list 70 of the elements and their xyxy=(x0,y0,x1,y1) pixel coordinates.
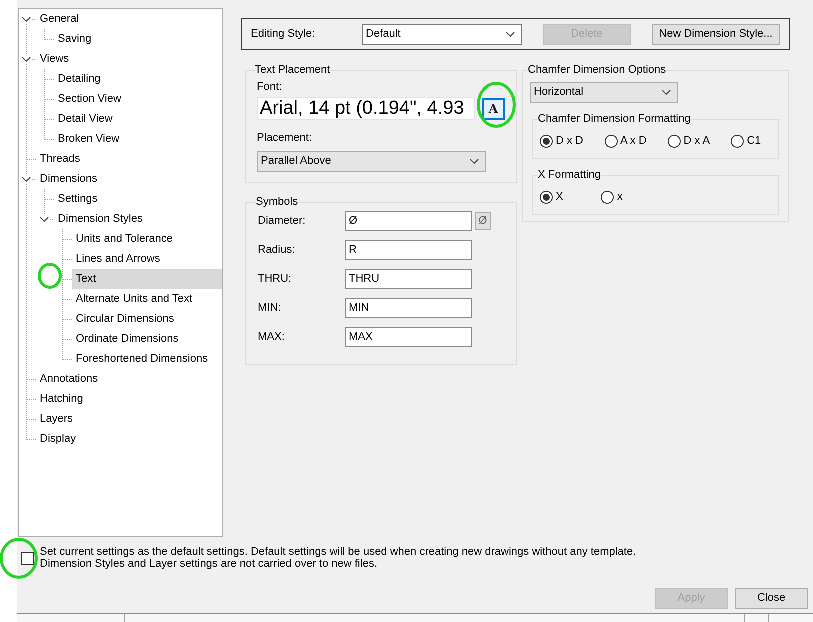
chevron-down-icon[interactable] xyxy=(506,32,515,36)
radio-option[interactable]: X xyxy=(540,191,564,204)
chevron-down-icon[interactable] xyxy=(22,16,31,22)
radio-button[interactable] xyxy=(540,135,553,148)
radio-option[interactable]: D x A xyxy=(668,135,710,148)
radio-button[interactable] xyxy=(601,191,614,204)
symbol-field[interactable]: THRU xyxy=(345,269,472,289)
radio-option[interactable]: C1 xyxy=(731,135,762,148)
field-label: Placement: xyxy=(257,132,312,145)
settings-note-text: Set current settings as the default settings. Default settings will be used when creating new drawings without any template. xyxy=(40,546,636,558)
tree-item[interactable]: Annotations xyxy=(36,369,102,389)
tree-item[interactable]: General xyxy=(36,9,84,29)
symbol-field[interactable]: Ø xyxy=(345,211,472,231)
tree-item[interactable]: Broken View xyxy=(54,129,124,149)
field-label: Font: xyxy=(257,81,282,94)
font-preview-field: Arial, 14 pt (0.194", 4.93 xyxy=(257,97,475,120)
tree-item[interactable]: Alternate Units and Text xyxy=(72,289,197,309)
tree-item[interactable]: Detailing xyxy=(54,69,105,89)
field-label: Radius: xyxy=(258,244,296,256)
symbol-insert-button[interactable]: Ø xyxy=(475,212,491,230)
tree-item[interactable]: Display xyxy=(36,429,80,449)
symbol-field[interactable]: R xyxy=(345,240,472,260)
radio-option[interactable]: x xyxy=(601,191,623,204)
tree-item[interactable]: Views xyxy=(36,49,74,69)
tree-item[interactable]: Hatching xyxy=(36,389,88,409)
tree-item[interactable]: Detail View xyxy=(54,109,117,129)
symbol-field[interactable]: MIN xyxy=(345,298,472,318)
group-title: Symbols xyxy=(256,196,298,209)
tree-item[interactable]: Section View xyxy=(54,89,126,109)
tree-item[interactable]: Text xyxy=(72,269,222,289)
group-title: X Formatting xyxy=(538,169,601,182)
tree-item[interactable]: Dimension Styles xyxy=(54,209,147,229)
radio-button[interactable] xyxy=(668,135,681,148)
tree-item[interactable]: Foreshortened Dimensions xyxy=(72,349,212,369)
orientation-dropdown[interactable]: Horizontal xyxy=(530,82,678,103)
chevron-down-icon[interactable] xyxy=(22,56,31,62)
radio-button[interactable] xyxy=(604,135,618,148)
tree-item[interactable]: Ordinate Dimensions xyxy=(72,329,183,349)
checkbox[interactable] xyxy=(21,552,34,564)
radio-button[interactable] xyxy=(731,135,744,148)
group-title: Chamfer Dimension Formatting xyxy=(538,113,691,126)
field-label: MIN: xyxy=(258,302,282,314)
tree-item[interactable]: Saving xyxy=(54,29,96,49)
new-style-button[interactable]: New Dimension Style... xyxy=(652,24,780,44)
field-label: MAX: xyxy=(258,330,285,344)
radio-button[interactable] xyxy=(540,191,553,204)
chevron-down-icon[interactable] xyxy=(662,90,671,95)
tree-item[interactable]: Circular Dimensions xyxy=(72,309,178,329)
tree-item[interactable]: Threads xyxy=(36,149,84,169)
editing-style-dropdown[interactable]: Default xyxy=(362,24,522,44)
field-label: THRU: xyxy=(258,272,292,286)
font-picker-button[interactable]: A xyxy=(482,98,505,120)
field-label: Editing Style: xyxy=(251,28,316,40)
radio-option[interactable]: D x D xyxy=(540,135,584,148)
close-button[interactable]: Close xyxy=(735,588,808,609)
tree-item[interactable]: Layers xyxy=(36,409,78,429)
chevron-down-icon[interactable] xyxy=(22,176,31,182)
group-title: Chamfer Dimension Options xyxy=(528,64,666,77)
symbol-field[interactable]: MAX xyxy=(345,327,472,347)
tree-item[interactable]: Settings xyxy=(54,189,102,209)
group-title: Text Placement xyxy=(255,64,330,77)
radio-option[interactable]: A x D xyxy=(604,135,647,148)
tree-item[interactable]: Dimensions xyxy=(36,169,102,189)
chevron-down-icon[interactable] xyxy=(470,159,479,164)
field-label: Diameter: xyxy=(258,214,306,228)
tree-item[interactable]: Lines and Arrows xyxy=(72,249,164,269)
settings-note-text: Dimension Styles and Layer settings are not carried over to new files. xyxy=(40,558,378,570)
tree-item[interactable]: Units and Tolerance xyxy=(72,229,178,249)
chevron-down-icon[interactable] xyxy=(40,216,49,222)
placement-dropdown[interactable]: Parallel Above xyxy=(257,151,486,172)
